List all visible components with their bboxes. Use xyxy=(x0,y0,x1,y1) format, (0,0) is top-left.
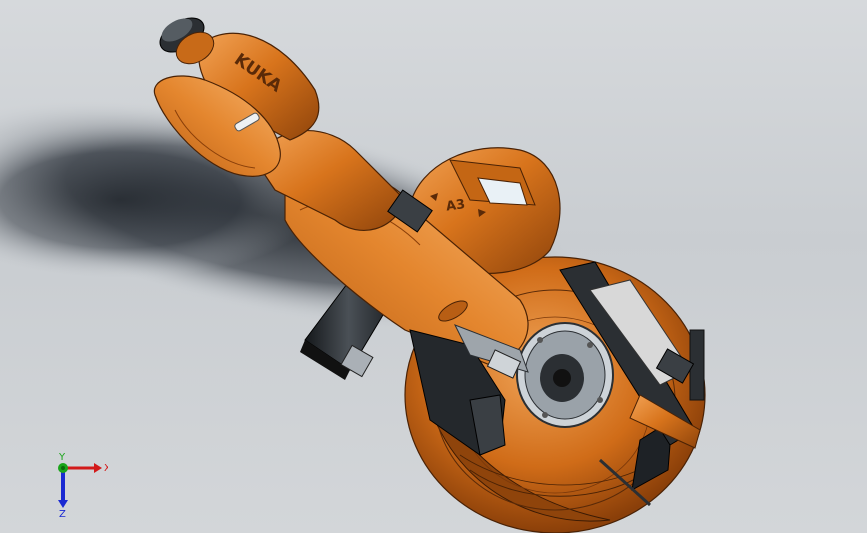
coordinate-triad[interactable]: X Y Z xyxy=(48,452,111,520)
3d-viewport[interactable]: A3 KUKA X Y Z xyxy=(0,0,867,533)
z-axis-label: Z xyxy=(59,509,66,518)
x-axis-label: X xyxy=(104,463,108,474)
a1-motor-plate[interactable] xyxy=(516,322,614,428)
a3-engraving: A3 xyxy=(445,197,466,215)
robot-model-render[interactable]: A3 KUKA xyxy=(0,0,867,533)
y-axis-label: Y xyxy=(58,452,66,463)
